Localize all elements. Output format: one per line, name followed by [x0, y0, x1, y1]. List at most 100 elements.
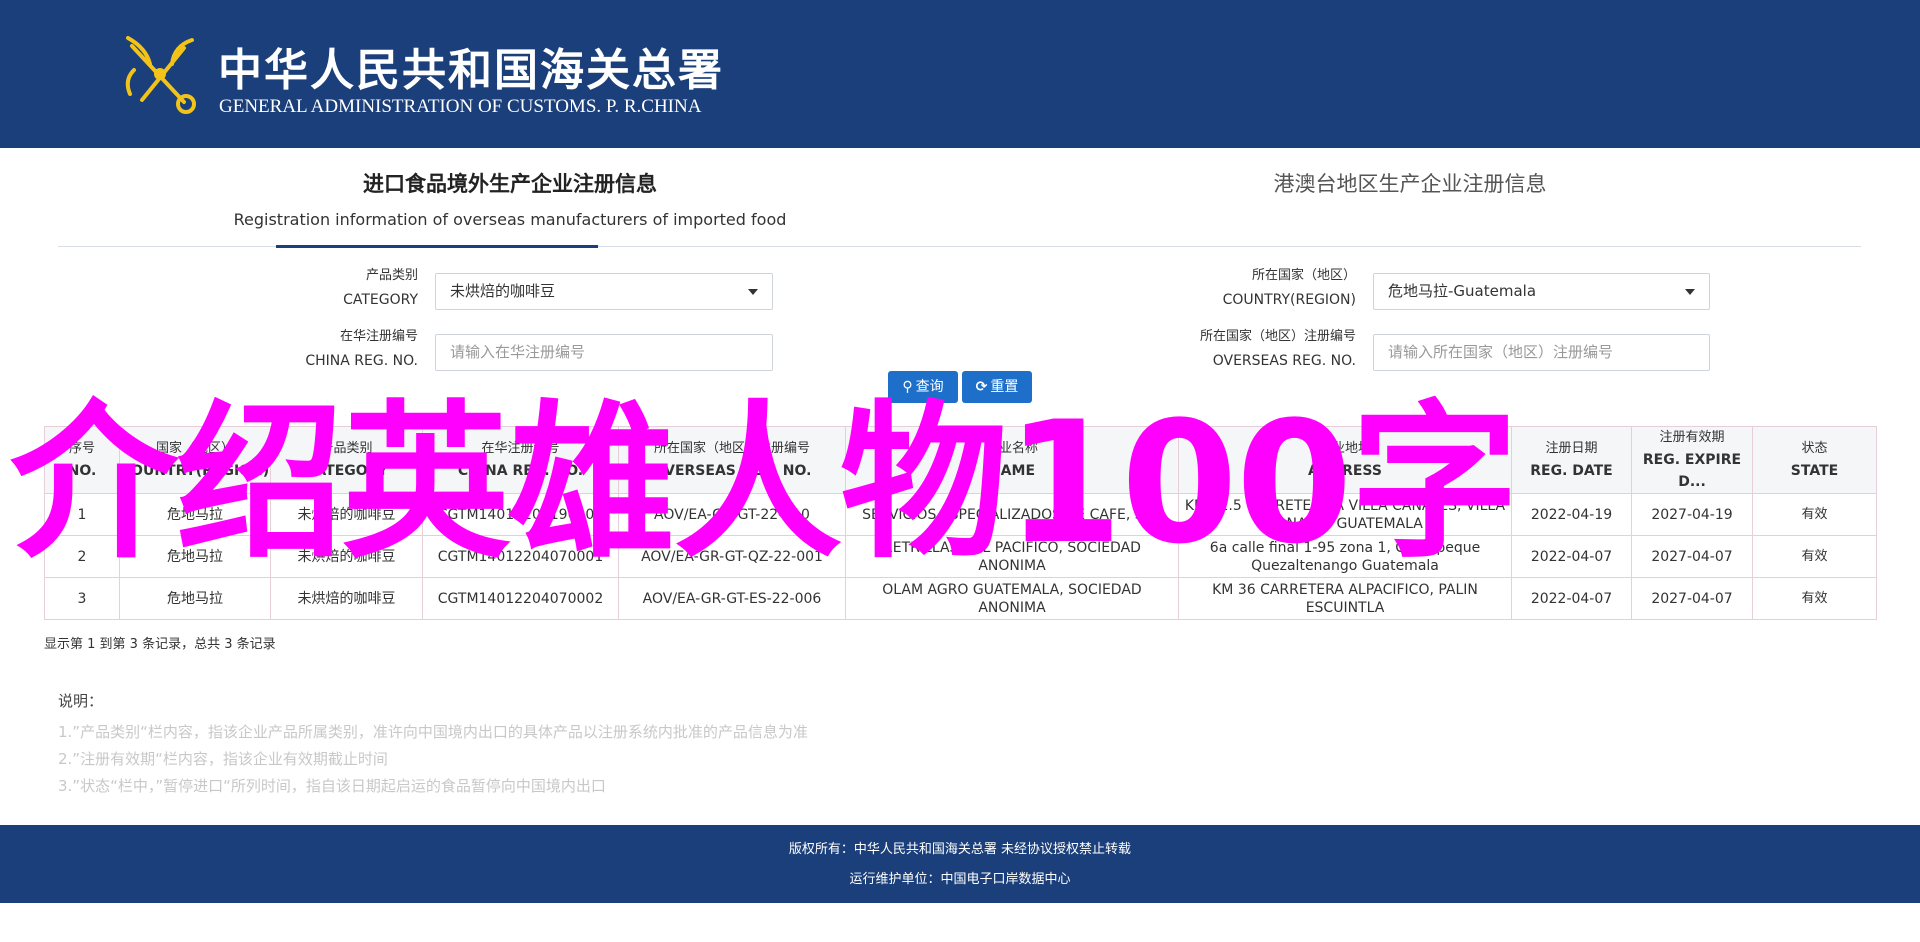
site-title-cn: 中华人民共和国海关总署 — [218, 45, 724, 96]
cell-china-reg: CGTM14012204070001 — [422, 535, 619, 578]
cell-expire-date: 2027-04-07 — [1631, 535, 1753, 578]
header-en: NO. — [67, 463, 97, 479]
tab-overseas-manufacturers[interactable]: 进口食品境外生产企业注册信息 Registration information … — [230, 168, 790, 229]
footer-maintainer: 运行维护单位：中国电子口岸数据中心 — [849, 872, 1071, 887]
cell-overseas-reg: AOV/EA-GR-GT-QZ-22-001 — [618, 535, 846, 578]
country-label: 所在国家（地区） COUNTRY(REGION) — [1160, 264, 1356, 312]
china-reg-placeholder: 请输入在华注册编号 — [450, 343, 586, 361]
header-en: ADDRESS — [1308, 463, 1382, 479]
reset-button-label: 重置 — [990, 379, 1019, 395]
table-row: 2 危地马拉 未烘焙的咖啡豆 CGTM14012204070001 AOV/EA… — [44, 535, 1877, 578]
reset-button[interactable]: ⟳ 重置 — [962, 371, 1032, 403]
header-en: REG. DATE — [1530, 463, 1613, 479]
country-label-en: COUNTRY(REGION) — [1222, 292, 1356, 308]
tab-label-cn: 进口食品境外生产企业注册信息 — [363, 171, 657, 196]
header-cn: 企业地址 — [1318, 441, 1371, 456]
cell-name: OLAM AGRO GUATEMALA, SOCIEDAD ANONIMA — [845, 577, 1179, 620]
category-label-cn: 产品类别 — [365, 268, 418, 283]
col-header-name[interactable]: 企业名称 NAME — [845, 426, 1179, 494]
site-title-en: GENERAL ADMINISTRATION OF CUSTOMS. P. R.… — [219, 96, 702, 117]
china-reg-input[interactable]: 请输入在华注册编号 — [435, 334, 773, 371]
cell-category: 未烘焙的咖啡豆 — [270, 493, 423, 536]
col-header-category[interactable]: 产品类别 CATEGORY — [270, 426, 423, 494]
header-cn: 国家（地区） — [155, 441, 234, 456]
cell-state: 有效 — [1752, 535, 1877, 578]
overseas-reg-label: 所在国家（地区）注册编号 OVERSEAS REG. NO. — [1160, 325, 1356, 373]
china-reg-label: 在华注册编号 CHINA REG. NO. — [240, 325, 418, 373]
header-en: CHINA REG. NO. — [457, 463, 584, 479]
col-header-overseas-reg[interactable]: 所在国家（地区）注册编号 OVERSEAS REG. NO. — [618, 426, 846, 494]
notes-title: 说明： — [58, 692, 104, 710]
overseas-reg-label-en: OVERSEAS REG. NO. — [1212, 353, 1356, 369]
country-select-value: 危地马拉-Guatemala — [1388, 282, 1537, 300]
col-header-expire-date[interactable]: 注册有效期 REG. EXPIRE D... — [1631, 426, 1753, 494]
table-row: 3 危地马拉 未烘焙的咖啡豆 CGTM14012204070002 AOV/EA… — [44, 577, 1877, 620]
note-line: 2.”注册有效期“栏内容，指该企业有效期截止时间 — [58, 750, 388, 768]
category-select[interactable]: 未烘焙的咖啡豆 — [435, 273, 773, 310]
site-header: 中华人民共和国海关总署 GENERAL ADMINISTRATION OF CU… — [0, 0, 1920, 148]
cell-country: 危地马拉 — [119, 577, 271, 620]
header-en: OVERSEAS REG. NO. — [652, 463, 812, 479]
col-header-country[interactable]: 国家（地区） COUNTRY(REGION) — [119, 426, 271, 494]
overseas-reg-label-cn: 所在国家（地区）注册编号 — [1199, 329, 1356, 344]
caret-down-icon — [748, 289, 758, 295]
search-button[interactable]: ⚲ 查询 — [888, 371, 958, 403]
col-header-china-reg[interactable]: 在华注册编号 CHINA REG. NO. — [422, 426, 619, 494]
header-en: NAME — [988, 463, 1036, 479]
cell-address: 6a calle final 1-95 zona 1, Coatepeque Q… — [1178, 535, 1512, 578]
cell-no: 3 — [44, 577, 120, 620]
col-header-no[interactable]: 序号 NO. — [44, 426, 120, 494]
header-en: COUNTRY(REGION) — [120, 463, 270, 479]
category-label: 产品类别 CATEGORY — [240, 264, 418, 312]
cell-overseas-reg: AOV/EA-GR-GT-22-010 — [618, 493, 846, 536]
cell-address: KM 36 CARRETERA ALPACIFICO, PALIN ESCUIN… — [1178, 577, 1512, 620]
header-cn: 企业名称 — [985, 441, 1038, 456]
cell-reg-date: 2022-04-07 — [1511, 535, 1632, 578]
header-cn: 序号 — [68, 441, 95, 456]
cell-china-reg: CGTM14012204070002 — [422, 577, 619, 620]
cell-reg-date: 2022-04-19 — [1511, 493, 1632, 536]
header-en: CATEGORY — [305, 463, 388, 479]
caret-down-icon — [1685, 289, 1695, 295]
note-line: 1.”产品类别“栏内容，指该企业产品所属类别，准许向中国境内出口的具体产品以注册… — [58, 723, 808, 741]
cell-china-reg: CGTM14012204190003 — [422, 493, 619, 536]
pagination-info: 显示第 1 到第 3 条记录，总共 3 条记录 — [44, 637, 276, 652]
col-header-reg-date[interactable]: 注册日期 REG. DATE — [1511, 426, 1632, 494]
cell-country: 危地马拉 — [119, 535, 271, 578]
header-cn: 状态 — [1801, 441, 1828, 456]
tab-hk-macao-taiwan[interactable]: 港澳台地区生产企业注册信息 — [1170, 168, 1650, 198]
cell-state: 有效 — [1752, 493, 1877, 536]
cell-address: KM 21.5 CARRETERA A VILLA CANALES, VILLA… — [1178, 493, 1512, 536]
search-button-label: 查询 — [915, 379, 944, 395]
cell-country: 危地马拉 — [119, 493, 271, 536]
header-en: STATE — [1790, 463, 1839, 479]
cell-expire-date: 2027-04-19 — [1631, 493, 1753, 536]
category-select-value: 未烘焙的咖啡豆 — [450, 282, 556, 300]
overseas-reg-input[interactable]: 请输入所在国家（地区）注册编号 — [1373, 334, 1710, 371]
cell-name: RETRILLAS DEL PACIFICO, SOCIEDAD ANONIMA — [845, 535, 1179, 578]
cell-reg-date: 2022-04-07 — [1511, 577, 1632, 620]
country-select[interactable]: 危地马拉-Guatemala — [1373, 273, 1710, 310]
category-label-en: CATEGORY — [343, 292, 418, 308]
cell-no: 1 — [44, 493, 120, 536]
country-label-cn: 所在国家（地区） — [1251, 268, 1356, 283]
cell-overseas-reg: AOV/EA-GR-GT-ES-22-006 — [618, 577, 846, 620]
col-header-state[interactable]: 状态 STATE — [1752, 426, 1877, 494]
site-footer: 版权所有：中华人民共和国海关总署 未经协议授权禁止转载 运行维护单位：中国电子口… — [0, 825, 1920, 903]
results-table: 序号 NO. 国家（地区） COUNTRY(REGION) 产品类别 CATEGORY… — [44, 426, 1877, 620]
header-en: REG. EXPIRE D... — [1642, 452, 1742, 490]
china-reg-label-cn: 在华注册编号 — [339, 329, 418, 344]
col-header-address[interactable]: 企业地址 ADDRESS — [1178, 426, 1512, 494]
cell-expire-date: 2027-04-07 — [1631, 577, 1753, 620]
header-cn: 产品类别 — [320, 441, 373, 456]
tab-label-en: Registration information of overseas man… — [233, 210, 787, 229]
table-header-row: 序号 NO. 国家（地区） COUNTRY(REGION) 产品类别 CATEGORY… — [44, 426, 1877, 494]
cell-name: SERVICIOS ESPECIALIZADOS DE CAFE, S.A. — [845, 493, 1179, 536]
china-reg-label-en: CHINA REG. NO. — [305, 353, 418, 369]
note-line: 3.”状态“栏中，”暂停进口“所列时间，指自该日期起启运的食品暂停向中国境内出口 — [58, 777, 606, 795]
notes-section: 说明： 1.”产品类别“栏内容，指该企业产品所属类别，准许向中国境内出口的具体产… — [58, 690, 808, 800]
cell-no: 2 — [44, 535, 120, 578]
overseas-reg-placeholder: 请输入所在国家（地区）注册编号 — [1388, 343, 1614, 361]
search-icon: ⚲ — [902, 379, 913, 395]
header-cn: 注册日期 — [1545, 441, 1598, 456]
